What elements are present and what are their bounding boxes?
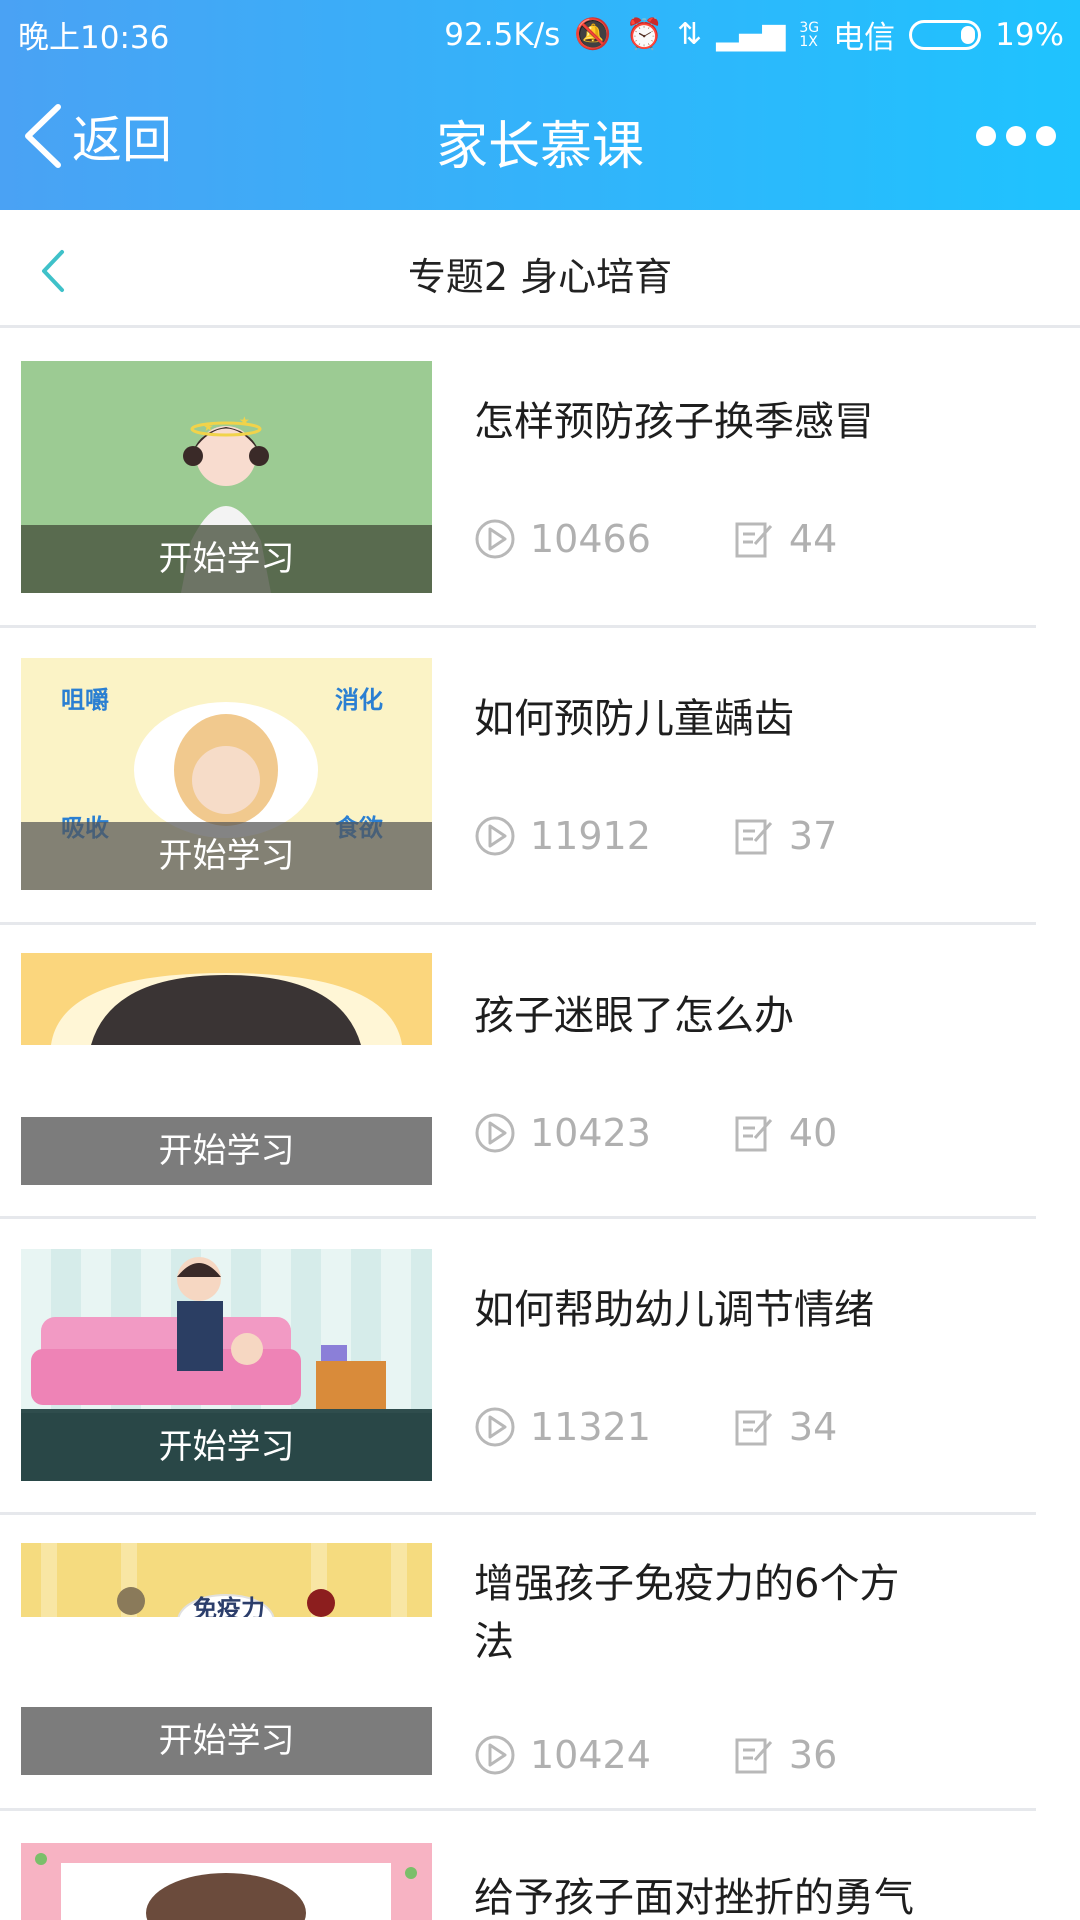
- course-item[interactable]: 开始学习 如何帮助幼儿调节情绪 11321 34: [0, 1219, 1036, 1515]
- more-dot-icon: [1036, 126, 1056, 146]
- play-count-value: 10466: [530, 517, 651, 561]
- status-time: 晚上10:36: [18, 20, 170, 56]
- thumb-label: 消化: [335, 686, 383, 714]
- edit-note-icon: [735, 1738, 773, 1774]
- start-learning-button[interactable]: 开始学习: [21, 1117, 432, 1185]
- battery-level: 19%: [995, 16, 1064, 53]
- play-count: 11321: [474, 1405, 651, 1449]
- course-title[interactable]: 增强孩子免疫力的6个方法: [474, 1555, 924, 1671]
- edit-note-icon: [735, 1410, 773, 1446]
- play-count-value: 11321: [530, 1405, 651, 1449]
- comment-count: 37: [733, 814, 837, 858]
- course-stats: 10423 40: [474, 1111, 837, 1155]
- comment-count: 40: [733, 1111, 837, 1155]
- comment-count: 44: [733, 517, 837, 561]
- play-count-value: 10423: [530, 1111, 651, 1155]
- play-count: 10424: [474, 1733, 651, 1777]
- svg-text:★: ★: [203, 420, 214, 434]
- more-dot-icon: [1006, 126, 1026, 146]
- course-title[interactable]: 如何帮助幼儿调节情绪: [474, 1281, 944, 1339]
- course-thumbnail[interactable]: 开始学习: [21, 953, 432, 1185]
- play-icon: [475, 1407, 515, 1447]
- comment-count-value: 34: [788, 1405, 838, 1449]
- course-item[interactable]: 开始学习 孩子迷眼了怎么办 10423 40: [0, 925, 1036, 1219]
- course-item[interactable]: 给予孩子面对挫折的勇气: [0, 1811, 1036, 1920]
- course-item[interactable]: 免疫力 开始学习 增强孩子免疫力的6个方法 10424 36: [0, 1515, 1036, 1811]
- course-item[interactable]: ★ ★ 开始学习 怎样预防孩子换季感冒 10466 44: [0, 331, 1036, 628]
- play-count-value: 10424: [530, 1733, 651, 1777]
- status-right: 92.5K/s 🔕 ⏰ ⇅ ▂▄▆ 3G 1X 电信 19%: [444, 12, 1064, 57]
- comment-count: 34: [733, 1405, 837, 1449]
- play-icon: [475, 519, 515, 559]
- edit-note-icon: [735, 522, 773, 558]
- flower-frame-illustration: [21, 1843, 432, 1920]
- edit-note-icon: [735, 1116, 773, 1152]
- course-title[interactable]: 给予孩子面对挫折的勇气: [474, 1869, 944, 1920]
- more-button[interactable]: [976, 126, 1056, 146]
- course-stats: 11912 37: [474, 814, 837, 858]
- play-icon: [475, 1113, 515, 1153]
- svg-text:★: ★: [239, 414, 250, 428]
- thumb-label: 咀嚼: [61, 686, 109, 714]
- play-count-value: 11912: [530, 814, 651, 858]
- topic-title: 专题2 身心培育: [407, 255, 673, 299]
- start-learning-button[interactable]: 开始学习: [21, 1413, 432, 1481]
- start-learning-button[interactable]: 开始学习: [21, 1707, 432, 1775]
- start-learning-button[interactable]: 开始学习: [21, 525, 432, 593]
- start-learning-button[interactable]: 开始学习: [21, 822, 432, 890]
- mute-icon: 🔕: [574, 16, 612, 52]
- course-stats: 11321 34: [474, 1405, 837, 1449]
- battery-icon: [909, 19, 982, 50]
- course-thumbnail[interactable]: [21, 1843, 432, 1920]
- course-title[interactable]: 孩子迷眼了怎么办: [474, 987, 944, 1045]
- play-icon: [475, 1735, 515, 1775]
- comment-count-value: 44: [788, 517, 838, 561]
- comment-count: 36: [733, 1733, 837, 1777]
- network-speed: 92.5K/s: [444, 16, 561, 53]
- course-stats: 10424 36: [474, 1733, 837, 1777]
- status-bar: 晚上10:36 92.5K/s 🔕 ⏰ ⇅ ▂▄▆ 3G 1X 电信 19%: [0, 0, 1080, 62]
- data-transfer-icon: ⇅: [676, 16, 703, 52]
- course-item[interactable]: 咀嚼 消化 吸收 食欲 开始学习 如何预防儿童龋齿 11912 37: [0, 628, 1036, 925]
- comment-count-value: 37: [788, 814, 838, 858]
- course-thumbnail[interactable]: 咀嚼 消化 吸收 食欲 开始学习: [21, 658, 432, 890]
- play-icon: [475, 816, 515, 856]
- edit-note-icon: [735, 819, 773, 855]
- comment-count-value: 36: [788, 1733, 838, 1777]
- play-count: 10423: [474, 1111, 651, 1155]
- alarm-icon: ⏰: [625, 16, 663, 52]
- carrier-name: 电信: [833, 20, 896, 56]
- play-count: 10466: [474, 517, 651, 561]
- topic-header: 专题2 身心培育: [0, 210, 1080, 328]
- course-thumbnail[interactable]: 开始学习: [21, 1249, 432, 1481]
- course-stats: 10466 44: [474, 517, 837, 561]
- nav-bar: 返回 家长慕课: [0, 78, 1080, 198]
- course-thumbnail[interactable]: 免疫力 开始学习: [21, 1543, 432, 1775]
- signal-icon: ▂▄▆: [716, 16, 786, 52]
- more-dot-icon: [976, 126, 996, 146]
- page-title: 家长慕课: [435, 117, 644, 177]
- network-type: 3G 1X: [799, 19, 820, 50]
- course-title[interactable]: 怎样预防孩子换季感冒: [474, 393, 944, 451]
- top-header: 晚上10:36 92.5K/s 🔕 ⏰ ⇅ ▂▄▆ 3G 1X 电信 19% 返…: [0, 0, 1080, 210]
- comment-count-value: 40: [788, 1111, 838, 1155]
- course-thumbnail[interactable]: ★ ★ 开始学习: [21, 361, 432, 593]
- course-title[interactable]: 如何预防儿童龋齿: [474, 690, 944, 748]
- play-count: 11912: [474, 814, 651, 858]
